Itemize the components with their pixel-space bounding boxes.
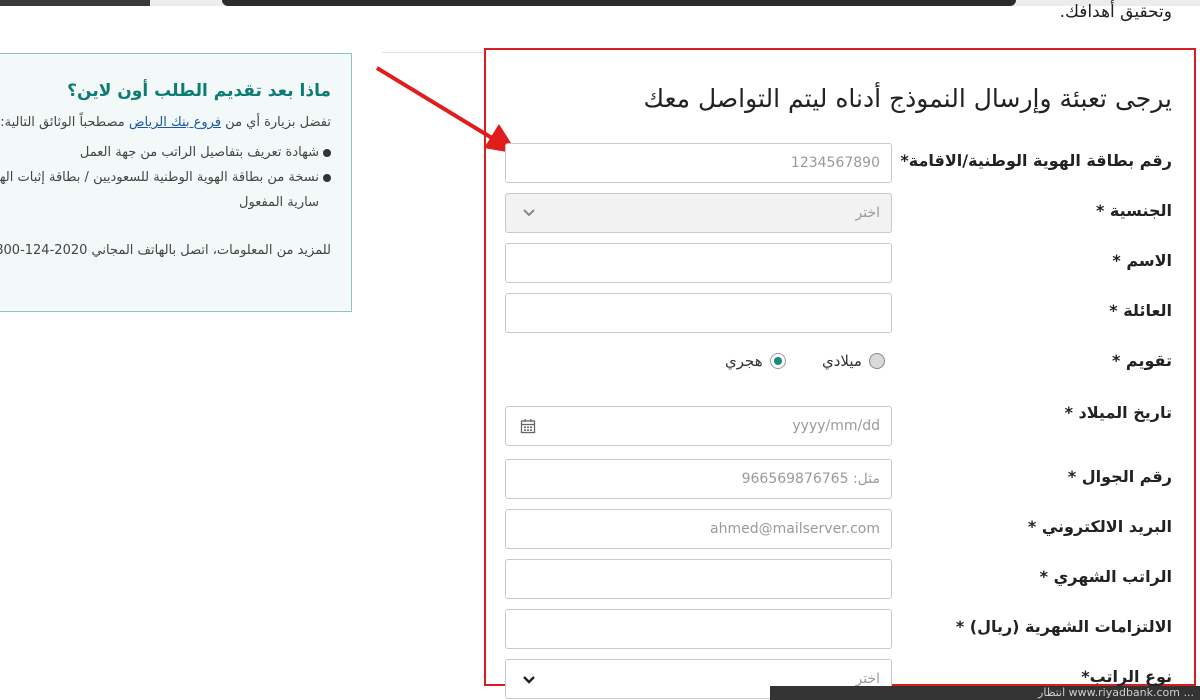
family-input[interactable] [505,293,892,333]
nationality-label: الجنسية * [1095,201,1172,220]
salary-label: الراتب الشهري * [1039,567,1172,586]
chevron-down-icon [522,206,536,220]
salary-input[interactable] [505,559,892,599]
obligations-label: الالتزامات الشهرية (ريال) * [955,617,1172,636]
id-label: رقم بطاقة الهوية الوطنية/الاقامة* [900,151,1172,170]
dob-placeholder: yyyy/mm/dd [792,418,880,434]
hijri-label: هجري [725,352,763,370]
status-text: ... www.riyadbank.com انتظار [1038,686,1194,699]
gregorian-label: ميلادي [822,352,862,370]
form-title: يرجى تعبئة وإرسال النموذج أدناه ليتم الت… [643,84,1173,113]
dob-input[interactable]: yyyy/mm/dd [505,406,892,446]
email-placeholder: ahmed@mailserver.com [710,521,880,537]
mobile-placeholder: مثل: 966569876765 [741,471,880,487]
dob-label: تاريخ الميلاد * [1064,403,1172,422]
calendar-label: تقويم * [1111,351,1172,370]
chevron-down-icon [522,673,536,687]
calendar-icon[interactable] [520,418,536,438]
name-label: الاسم * [1112,251,1172,270]
salary-type-label: نوع الراتب* [1081,667,1172,686]
family-label: العائلة * [1109,301,1172,320]
radio-checked-icon[interactable] [769,353,786,369]
mobile-input[interactable]: مثل: 966569876765 [505,459,892,499]
salary-type-value: اختر [855,671,881,687]
email-label: البريد الالكتروني * [1027,517,1172,536]
id-number-input[interactable]: 1234567890 [505,143,892,183]
id-placeholder: 1234567890 [790,155,880,171]
nationality-select[interactable]: اختر [505,193,892,233]
calendar-option-hijri[interactable]: هجري [725,352,786,370]
email-input[interactable]: ahmed@mailserver.com [505,509,892,549]
browser-status-bar: ... www.riyadbank.com انتظار [770,686,1200,700]
mobile-label: رقم الجوال * [1067,467,1172,486]
calendar-option-gregorian[interactable]: ميلادي [822,352,885,370]
obligations-input[interactable] [505,609,892,649]
name-input[interactable] [505,243,892,283]
nationality-value: اختر [855,205,881,221]
radio-unchecked-icon[interactable] [868,353,885,369]
